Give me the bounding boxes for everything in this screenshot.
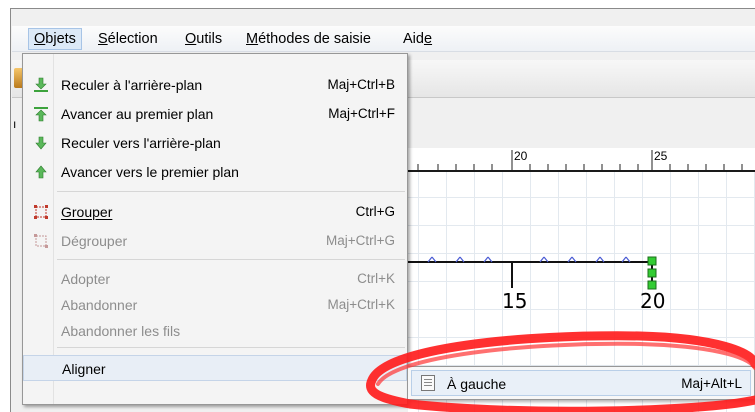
menu-item-degrouper[interactable]: Dégrouper Maj+Ctrl+G — [23, 228, 407, 254]
menu-item-abandonner-les-fils[interactable]: Abandonner les fils — [23, 318, 407, 344]
menu-item-grouper[interactable]: Grouper Ctrl+G — [23, 199, 407, 225]
menu-separator — [57, 191, 405, 192]
number-line[interactable] — [408, 256, 657, 290]
menu-separator — [57, 259, 405, 260]
group-icon — [34, 205, 48, 219]
menu-item-reculer-arriere-plan[interactable]: Reculer à l'arrière-plan Maj+Ctrl+B — [23, 72, 407, 98]
ungroup-icon — [34, 234, 48, 248]
menu-item-avancer-vers-premier-plan[interactable]: Avancer vers le premier plan — [23, 159, 407, 185]
aligner-submenu: À gauche Maj+Alt+L — [407, 366, 755, 400]
arrow-to-bottom-icon — [34, 77, 48, 92]
menu-item-abandonner[interactable]: Abandonner Maj+Ctrl+K — [23, 292, 407, 318]
menu-separator — [57, 347, 405, 348]
canvas-label-15: 15 — [502, 289, 527, 313]
canvas-label-20: 20 — [640, 289, 665, 313]
menu-item-avancer-premier-plan[interactable]: Avancer au premier plan Maj+Ctrl+F — [23, 101, 407, 127]
align-left-icon — [421, 375, 435, 391]
menu-item-adopter[interactable]: Adopter Ctrl+K — [23, 266, 407, 292]
objets-dropdown-menu: Reculer à l'arrière-plan Maj+Ctrl+B Avan… — [22, 53, 408, 405]
arrow-to-top-icon — [34, 107, 48, 122]
menu-item-aligner[interactable]: Aligner — [23, 355, 407, 381]
arrow-down-icon — [35, 136, 47, 150]
arrow-up-icon — [35, 165, 47, 179]
menu-item-reculer-vers-arriere-plan[interactable]: Reculer vers l'arrière-plan — [23, 130, 407, 156]
submenu-item-a-gauche[interactable]: À gauche Maj+Alt+L — [411, 370, 751, 396]
